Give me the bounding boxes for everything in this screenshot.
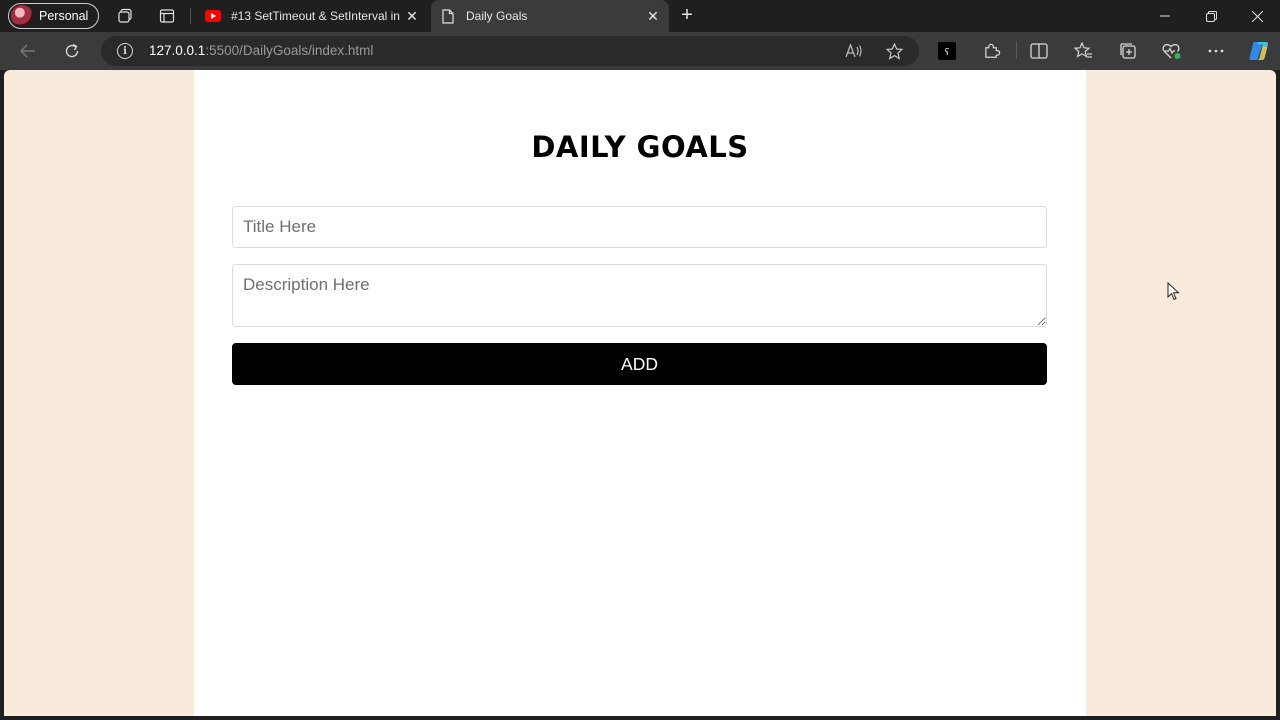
workspaces-icon[interactable] bbox=[115, 6, 135, 26]
split-screen-icon[interactable] bbox=[1029, 41, 1049, 61]
refresh-icon[interactable] bbox=[59, 39, 85, 63]
tab-title: Daily Goals bbox=[466, 9, 528, 23]
collections-icon[interactable] bbox=[1118, 41, 1138, 61]
tab-youtube[interactable]: #13 SetTimeout & SetInterval in ✕ bbox=[196, 0, 428, 32]
svg-text:ʕ: ʕ bbox=[945, 48, 950, 58]
close-tab-icon[interactable]: ✕ bbox=[641, 4, 665, 28]
tab-daily-goals[interactable]: Daily Goals ✕ bbox=[431, 0, 669, 32]
minimize-icon[interactable] bbox=[1142, 0, 1188, 32]
title-input[interactable] bbox=[232, 206, 1047, 248]
new-tab-icon[interactable]: + bbox=[676, 4, 698, 26]
address-bar[interactable]: i 127.0.0.1:5500/DailyGoals/index.html bbox=[101, 36, 919, 66]
restore-icon[interactable] bbox=[1188, 0, 1234, 32]
mouse-cursor-icon bbox=[1167, 282, 1180, 301]
url-text[interactable]: 127.0.0.1:5500/DailyGoals/index.html bbox=[149, 43, 373, 58]
page-viewport: DAILY GOALS ADD bbox=[4, 70, 1276, 716]
page-title: DAILY GOALS bbox=[531, 130, 749, 164]
tab-divider bbox=[190, 8, 191, 24]
profile-label: Personal bbox=[39, 9, 89, 23]
browser-essentials-icon[interactable] bbox=[1162, 41, 1182, 61]
read-aloud-icon[interactable] bbox=[844, 41, 864, 61]
favorites-icon[interactable] bbox=[1073, 41, 1093, 61]
page-icon bbox=[440, 8, 456, 24]
close-tab-icon[interactable]: ✕ bbox=[400, 4, 424, 28]
back-icon[interactable] bbox=[15, 39, 41, 63]
profile-button[interactable]: Personal bbox=[8, 3, 99, 29]
url-host: 127.0.0.1 bbox=[149, 43, 206, 58]
avatar bbox=[11, 5, 33, 27]
site-info-icon[interactable]: i bbox=[117, 43, 133, 59]
favorite-star-icon[interactable] bbox=[884, 41, 904, 61]
tab-title: #13 SetTimeout & SetInterval in bbox=[231, 9, 400, 23]
add-button[interactable]: ADD bbox=[232, 343, 1047, 385]
extensions-puzzle-icon[interactable] bbox=[982, 41, 1002, 61]
description-input[interactable] bbox=[232, 264, 1047, 327]
copilot-icon[interactable] bbox=[1247, 39, 1271, 63]
toolbar-divider bbox=[1016, 41, 1017, 59]
browser-toolbar: i 127.0.0.1:5500/DailyGoals/index.html ʕ bbox=[0, 32, 1280, 70]
window-bottom-edge bbox=[0, 716, 1280, 720]
tab-actions-icon[interactable] bbox=[157, 6, 177, 26]
more-options-icon[interactable] bbox=[1206, 41, 1226, 61]
browser-tab-bar: Personal #13 SetTimeout & SetInterval in… bbox=[0, 0, 1280, 32]
url-path: :5500/DailyGoals/index.html bbox=[205, 43, 374, 58]
goals-container: DAILY GOALS ADD bbox=[194, 70, 1086, 716]
close-window-icon[interactable] bbox=[1234, 0, 1280, 32]
youtube-icon bbox=[205, 8, 221, 24]
extension-icon[interactable]: ʕ bbox=[937, 41, 957, 61]
